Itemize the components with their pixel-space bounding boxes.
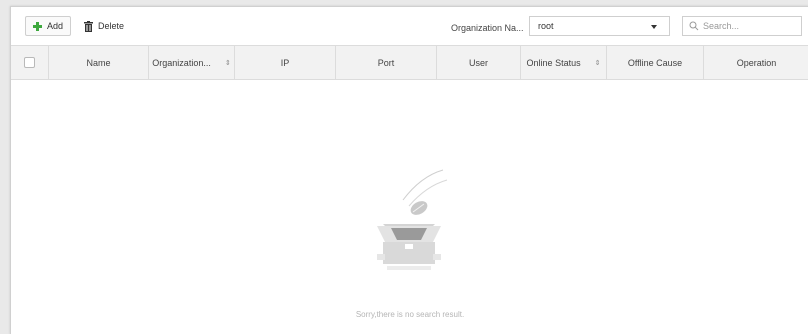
empty-state: Sorry,there is no search result. — [11, 80, 808, 334]
plus-icon — [33, 21, 42, 31]
column-header-port[interactable]: Port — [336, 46, 437, 79]
search-icon — [689, 21, 699, 31]
select-all-column — [11, 46, 49, 79]
column-label: Online Status — [526, 57, 581, 68]
table-header: Name Organization... ⇕ IP Port User Onli… — [11, 45, 808, 80]
column-label: Organization... — [152, 57, 211, 68]
sort-icon[interactable]: ⇕ — [595, 59, 601, 67]
select-all-checkbox[interactable] — [24, 57, 35, 68]
column-header-user[interactable]: User — [437, 46, 521, 79]
search-input[interactable] — [703, 21, 793, 31]
add-button[interactable]: Add — [25, 16, 72, 36]
sort-icon[interactable]: ⇕ — [225, 59, 231, 67]
column-label: Name — [86, 57, 111, 68]
column-label: Operation — [736, 57, 777, 68]
organization-filter-label: Organization Na... — [451, 23, 524, 33]
column-header-offline-cause[interactable]: Offline Cause — [607, 46, 704, 79]
toolbar: Add Delete Organization Na... root — [11, 7, 808, 45]
trash-icon — [84, 20, 93, 32]
column-header-operation[interactable]: Operation — [704, 46, 808, 79]
column-header-online-status[interactable]: Online Status ⇕ — [521, 46, 607, 79]
empty-message: Sorry,there is no search result. — [355, 310, 465, 319]
column-header-name[interactable]: Name — [49, 46, 149, 79]
delete-button-label: Delete — [98, 21, 125, 31]
delete-button[interactable]: Delete — [77, 16, 131, 36]
column-label: IP — [280, 57, 290, 68]
column-label: User — [468, 57, 488, 68]
add-button-label: Add — [47, 21, 64, 31]
search-box — [682, 16, 802, 36]
caret-down-icon — [651, 25, 657, 29]
column-label: Port — [377, 57, 395, 68]
empty-box-icon — [377, 169, 448, 270]
column-header-organization[interactable]: Organization... ⇕ — [149, 46, 235, 79]
column-label: Offline Cause — [627, 57, 683, 68]
organization-select[interactable]: root — [529, 16, 670, 36]
organization-select-value: root — [538, 21, 554, 31]
device-list-panel: Add Delete Organization Na... root Searc… — [10, 6, 808, 334]
column-header-ip[interactable]: IP — [235, 46, 336, 79]
